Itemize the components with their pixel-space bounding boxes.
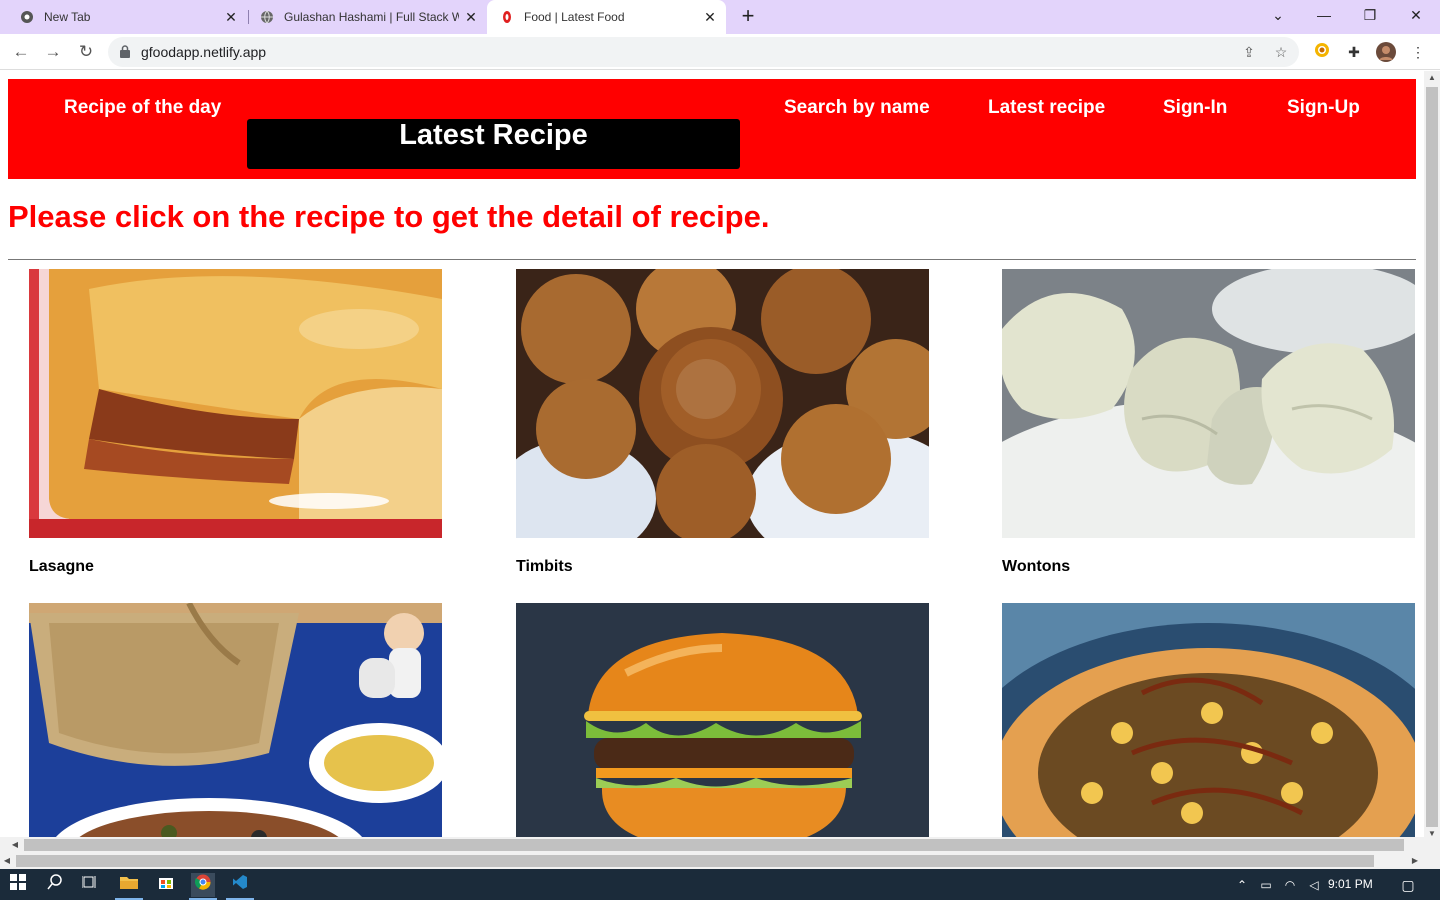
tab-title: New Tab <box>44 10 91 24</box>
scrollbar-thumb[interactable] <box>16 855 1374 867</box>
wifi-icon[interactable]: ◠ <box>1278 873 1302 897</box>
recipe-name[interactable]: Lasagne <box>29 558 442 576</box>
back-button[interactable]: ← <box>9 40 33 64</box>
divider <box>8 259 1416 260</box>
windows-start-icon[interactable] <box>6 873 30 897</box>
recipe-image[interactable] <box>29 603 442 837</box>
file-explorer-icon[interactable] <box>117 873 141 897</box>
task-view-icon[interactable] <box>78 873 102 897</box>
recipe-image[interactable] <box>29 269 442 538</box>
tab-new-tab[interactable]: New Tab ✕ <box>0 0 247 34</box>
recipe-card-timbits[interactable]: Timbits <box>516 269 929 576</box>
forward-button[interactable]: → <box>41 40 65 64</box>
nav-search-by-name[interactable]: Search by name <box>784 97 930 119</box>
restore-button[interactable]: ❐ <box>1358 4 1382 28</box>
tab-title: Gulashan Hashami | Full Stack We <box>284 10 459 24</box>
scrollbar-thumb[interactable] <box>1426 87 1438 827</box>
window-horizontal-scrollbar[interactable]: ◀ ▶ <box>0 853 1440 869</box>
volume-icon[interactable]: ◁ <box>1302 873 1326 897</box>
close-window-button[interactable]: ✕ <box>1404 4 1428 28</box>
browser-tab-bar: New Tab ✕ Gulashan Hashami | Full Stack … <box>0 0 1440 34</box>
minimize-button[interactable]: — <box>1312 4 1336 28</box>
close-icon[interactable]: ✕ <box>223 9 239 25</box>
close-icon[interactable]: ✕ <box>463 9 479 25</box>
food-favicon <box>503 11 511 23</box>
lock-icon <box>120 45 130 58</box>
page-viewport: Recipe of the day Latest Recipe Search b… <box>0 71 1424 837</box>
menu-icon[interactable]: ⋮ <box>1408 42 1428 62</box>
scroll-right-icon[interactable]: ▶ <box>1408 853 1422 869</box>
vscode-icon[interactable] <box>228 873 252 897</box>
nav-recipe-of-the-day[interactable]: Recipe of the day <box>64 97 221 119</box>
scroll-down-icon[interactable]: ▼ <box>1424 827 1440 841</box>
reload-button[interactable]: ↻ <box>74 40 98 64</box>
puzzle-extensions-icon[interactable]: ✚ <box>1344 42 1364 62</box>
search-icon[interactable] <box>43 873 67 897</box>
share-icon[interactable]: ⇪ <box>1240 43 1258 61</box>
tab-latest-food[interactable]: Food | Latest Food ✕ <box>487 0 726 34</box>
url-text: gfoodapp.netlify.app <box>141 44 267 60</box>
page-horizontal-scrollbar[interactable]: ◀ <box>0 837 1424 853</box>
instruction-text: Please click on the recipe to get the de… <box>8 199 770 234</box>
scrollbar-thumb[interactable] <box>24 839 1404 851</box>
recipe-card-tunisian[interactable] <box>29 603 442 837</box>
recipe-image[interactable] <box>1002 269 1415 538</box>
tab-search-icon[interactable]: ⌄ <box>1266 4 1290 28</box>
extension-icon[interactable] <box>1312 42 1332 62</box>
recipe-image[interactable] <box>516 603 929 837</box>
scroll-left-icon[interactable]: ◀ <box>0 853 14 869</box>
store-icon[interactable] <box>154 873 178 897</box>
taskbar-clock[interactable]: 9:01 PM <box>1328 877 1373 891</box>
globe-icon <box>261 10 273 24</box>
vertical-scrollbar[interactable]: ▲ ▼ <box>1424 71 1440 855</box>
recipe-card-koshari[interactable] <box>1002 603 1415 837</box>
battery-icon[interactable]: ▭ <box>1254 873 1278 897</box>
notification-icon[interactable]: ▢ <box>1396 873 1420 897</box>
scroll-left-icon[interactable]: ◀ <box>8 837 22 853</box>
address-bar[interactable]: gfoodapp.netlify.app ⇪ ☆ <box>108 37 1299 67</box>
nav-sign-up[interactable]: Sign-Up <box>1287 97 1360 119</box>
new-tab-button[interactable]: + <box>736 5 760 29</box>
recipe-card-burger[interactable] <box>516 603 929 837</box>
close-icon[interactable]: ✕ <box>702 9 718 25</box>
recipe-image[interactable] <box>516 269 929 538</box>
recipe-name[interactable]: Timbits <box>516 558 929 576</box>
recipe-card-lasagne[interactable]: Lasagne <box>29 269 442 576</box>
chevron-up-icon[interactable]: ⌃ <box>1230 873 1254 897</box>
chrome-icon <box>21 11 33 23</box>
avatar[interactable] <box>1376 42 1396 62</box>
recipe-name[interactable]: Wontons <box>1002 558 1415 576</box>
tab-portfolio[interactable]: Gulashan Hashami | Full Stack We ✕ <box>240 0 487 34</box>
recipe-image[interactable] <box>1002 603 1415 837</box>
browser-toolbar: ← → ↻ gfoodapp.netlify.app ⇪ ☆ ✚ ⋮ <box>0 34 1440 70</box>
site-header: Recipe of the day Latest Recipe Search b… <box>8 79 1416 179</box>
bookmark-star-icon[interactable]: ☆ <box>1272 43 1290 61</box>
page-title: Latest Recipe <box>399 119 588 151</box>
recipe-card-wontons[interactable]: Wontons <box>1002 269 1415 576</box>
nav-latest-recipe[interactable]: Latest recipe <box>988 97 1105 119</box>
windows-taskbar: ⌃ ▭ ◠ ◁ 9:01 PM ▢ <box>0 869 1440 900</box>
nav-sign-in[interactable]: Sign-In <box>1163 97 1227 119</box>
chrome-taskbar-icon[interactable] <box>191 873 215 897</box>
page-title-box: Latest Recipe <box>247 119 740 169</box>
scroll-up-icon[interactable]: ▲ <box>1424 71 1440 85</box>
tab-title: Food | Latest Food <box>524 10 625 24</box>
